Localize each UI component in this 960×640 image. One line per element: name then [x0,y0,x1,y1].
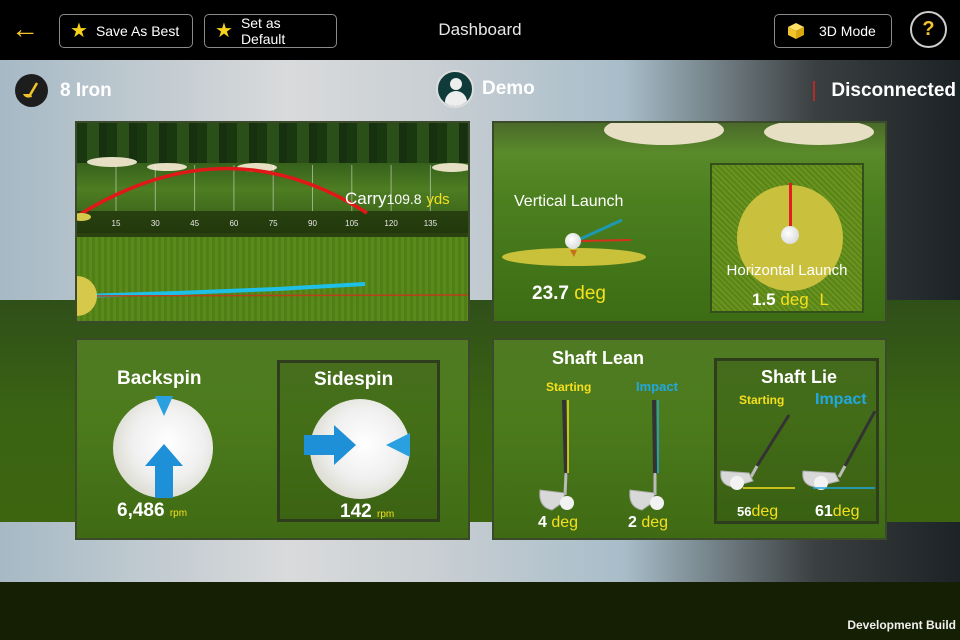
sidespin-value: 142 rpm [340,501,394,523]
save-as-best-button[interactable]: ★ Save As Best [59,14,193,48]
trajectory-panel[interactable]: 15 30 45 60 75 90 105 120 135 Carry109.8 yds [75,121,470,323]
top-bar: ← ★ Save As Best ★ Set as Default Dashbo… [0,0,960,60]
shaft-lean-impact-unit: deg [641,514,669,531]
star-icon: ★ [70,20,88,42]
connection-text: Disconnected [831,80,956,101]
3d-mode-label: 3D Mode [819,23,876,39]
distance-tick-label: 75 [268,219,278,228]
vertical-launch-lines [570,218,632,257]
carry-readout: Carry109.8 yds [345,189,450,209]
question-mark-icon: ? [922,18,935,40]
distance-tick-label: 105 [345,219,359,228]
carry-label: Carry [345,189,387,208]
launch-direction-line [789,183,792,231]
backspin-unit: rpm [169,508,188,519]
distance-tick-label: 15 [111,219,121,228]
golf-ball-icon [565,233,581,249]
distance-tick-label: 45 [190,219,200,228]
shaft-lie-starting-value: 56deg [737,503,778,521]
shaft-lie-impact-value: 61deg [815,503,860,521]
arrow-left-icon: ← [11,13,39,44]
user-profile[interactable]: Demo [436,70,535,108]
user-name: Demo [482,78,535,99]
connection-status: Disconnected [813,80,956,102]
help-button[interactable]: ? [910,11,947,48]
carry-unit: yds [426,191,450,208]
sidespin-unit: rpm [376,509,395,520]
golf-ball-icon [781,226,799,244]
tee-area-top-view [77,276,97,316]
launch-panel[interactable]: Vertical Launch 23.7 deg Horizontal Laun… [492,121,887,323]
shaft-lie-impact-unit: deg [832,503,860,520]
star-icon: ★ [215,20,233,42]
target-line [80,294,468,297]
horizontal-launch-unit: deg [780,290,809,309]
back-button[interactable]: ← [10,14,40,44]
set-as-default-label: Set as Default [240,15,286,47]
shaft-lean-impact-number: 2 [628,514,637,531]
shaft-lean-title: Shaft Lean [552,348,645,368]
cube-icon [787,22,805,40]
golf-club-icon [15,74,48,107]
save-as-best-label: Save As Best [95,23,180,39]
distance-tick-label: 30 [150,219,160,228]
shaft-lie-box: Shaft Lie Starting Impact 56deg 61deg [714,358,879,524]
footer-bar: Development Build [0,582,960,640]
horizontal-launch-number: 1.5 [752,290,776,309]
distance-tick-label: 60 [229,219,239,228]
vertical-launch-value: 23.7 deg [532,283,606,305]
sidespin-number: 142 [340,501,372,522]
vertical-launch-number: 23.7 [532,283,569,304]
horizontal-launch-direction: L [819,290,829,309]
iron-club-lie-starting-icon [720,414,795,490]
backspin-arrows-icon [145,396,183,498]
iron-club-lie-impact-icon [802,411,877,490]
shaft-lean-starting-number: 4 [538,514,547,531]
horizontal-launch-value: 1.5 deg L [752,290,829,310]
shaft-lie-starting-unit: deg [751,503,779,520]
shaft-lie-impact-number: 61 [815,503,833,520]
club-selector[interactable]: 8 Iron [15,74,112,107]
club-name: 8 Iron [60,79,112,101]
shaft-lie-starting-label: Starting [739,393,785,407]
ball-tracer-top-view [80,282,366,298]
shaft-lean-impact-value: 2 deg [628,514,668,532]
backspin-value: 6,486 rpm [117,500,187,522]
shaft-lie-title: Shaft Lie [761,367,838,387]
horizontal-launch-title: Horizontal Launch [726,262,848,279]
sidespin-box: Sidespin 142 rpm [277,360,440,522]
spin-panel[interactable]: Backspin 6,486 rpm Sidespin 142 rpm [75,338,470,540]
carry-value: 109.8 [386,191,422,207]
shaft-lie-impact-label: Impact [815,391,867,408]
shaft-lean-impact-label: Impact [636,379,678,394]
shaft-lean-starting-unit: deg [551,514,579,531]
distance-tick-label: 120 [384,219,398,228]
vertical-launch-unit: deg [574,283,606,304]
3d-mode-button[interactable]: 3D Mode [774,14,892,48]
iron-club-starting-icon [539,399,574,511]
iron-club-impact-icon [629,399,664,511]
set-as-default-button[interactable]: ★ Set as Default [204,14,337,48]
backspin-number: 6,486 [117,500,165,521]
shaft-lean-starting-value: 4 deg [538,514,578,532]
development-build-label: Development Build [847,618,956,632]
shaft-panel[interactable]: Shaft Lean Starting Impact 4 deg 2 deg S… [492,338,887,540]
backspin-title: Backspin [117,368,202,389]
sidespin-arrows-icon [304,425,410,465]
distance-tick-label: 135 [423,219,438,228]
distance-tick-label: 90 [308,219,317,228]
sidespin-title: Sidespin [314,369,394,390]
shaft-lean-starting-label: Starting [546,380,592,394]
side-view-trajectory [78,166,368,217]
tee-marker [77,213,91,221]
user-avatar-icon [436,70,474,108]
connection-indicator [813,81,816,101]
page-title: Dashboard [438,20,522,39]
shaft-lie-starting-number: 56 [737,504,752,519]
horizontal-launch-box: Horizontal Launch 1.5 deg L [710,163,864,313]
